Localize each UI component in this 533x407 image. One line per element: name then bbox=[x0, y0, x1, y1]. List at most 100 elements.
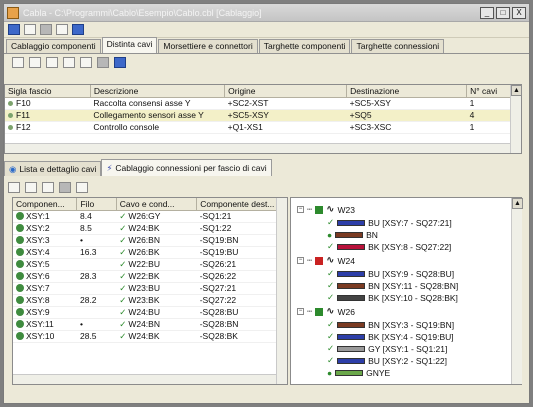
scroll-up-button[interactable]: ▲ bbox=[511, 85, 522, 96]
col-sigla-fascio[interactable]: Sigla fascio bbox=[5, 85, 91, 98]
col-componente[interactable]: Componen... bbox=[13, 198, 78, 211]
check-icon: ✓ bbox=[327, 355, 335, 365]
check-icon: ✓ bbox=[327, 319, 335, 329]
wire-color-swatch bbox=[335, 231, 364, 238]
print-icon[interactable] bbox=[56, 24, 68, 35]
table-icon[interactable] bbox=[40, 24, 52, 35]
chart-icon[interactable] bbox=[76, 181, 88, 193]
tab-distinta-cavi[interactable]: Distinta cavi bbox=[101, 37, 158, 53]
tab-targhette-componenti[interactable]: Targhette componenti bbox=[258, 39, 351, 53]
print-list-icon[interactable] bbox=[97, 57, 109, 68]
tree-vscroll[interactable]: ▲ bbox=[511, 198, 523, 384]
connessioni-table: Componen... Filo Cavo e cond... Componen… bbox=[12, 197, 288, 385]
main-toolbar bbox=[4, 22, 529, 38]
col-destinazione[interactable]: Destinazione bbox=[346, 85, 468, 98]
fasci-vscroll[interactable]: ▲ bbox=[510, 85, 522, 153]
add-connection-icon[interactable] bbox=[8, 181, 20, 193]
tree-wire-node[interactable]: ✓ BK [XSY:4 - SQ19:BU] bbox=[327, 331, 454, 342]
col-filo[interactable]: Filo bbox=[76, 198, 117, 211]
table-row[interactable]: XSY:4 16.3 ✓ W26:BK -SQ19:BU bbox=[13, 246, 287, 259]
table-row[interactable]: F11 Collegamento sensori asse Y +SC5-XSY +S… bbox=[5, 109, 521, 122]
collapse-icon[interactable]: − bbox=[297, 206, 304, 213]
tab-targhette-connessioni[interactable]: Targhette connessioni bbox=[351, 39, 445, 53]
table-row[interactable]: XSY:11 • ✓ W24:BN -SQ28:BN bbox=[13, 318, 287, 331]
tree-wire-node[interactable]: ✓ BN [XSY:3 - SQ19:BN] bbox=[327, 319, 454, 330]
minimize-button[interactable]: _ bbox=[480, 6, 494, 19]
tree-wire-node[interactable]: ✓ BU [XSY:7 - SQ27:21] bbox=[327, 217, 452, 228]
wire-color-swatch bbox=[337, 357, 366, 364]
cell-0: XSY:8 bbox=[13, 294, 77, 307]
table-row[interactable]: XSY:2 8.5 ✓ W24:BK -SQ1:22 bbox=[13, 222, 287, 235]
connessioni-hscroll[interactable] bbox=[13, 374, 276, 384]
check-icon: ✓ bbox=[119, 306, 127, 317]
tree-wire-node[interactable]: ✓ BU [XSY:9 - SQ28:BU] bbox=[327, 268, 454, 279]
cell-descr: Raccolta consensi asse Y bbox=[90, 97, 225, 110]
table-row[interactable]: XSY:1 8.4 ✓ W26:GY -SQ1:21 bbox=[13, 210, 287, 223]
check-icon: ✓ bbox=[119, 258, 127, 269]
edit-icon[interactable] bbox=[46, 57, 58, 68]
tree-wire-node[interactable]: ✓ BU [XSY:2 - SQ1:22] bbox=[327, 355, 447, 366]
check-icon: ✓ bbox=[327, 268, 335, 278]
check-icon: ✓ bbox=[119, 318, 127, 329]
cable-name: W26 bbox=[337, 306, 355, 317]
window-title: Cabla - C:\Programmi\Cablo\Esempio\Cablo… bbox=[23, 7, 262, 18]
tab-lista-dettaglio-cavi[interactable]: ◉ Lista e dettaglio cavi bbox=[4, 161, 102, 176]
tree-connector-line: ┄ bbox=[307, 204, 313, 214]
tree-cable-node[interactable]: − ┄ ∿ W24 bbox=[297, 255, 355, 266]
table-row[interactable]: XSY:3 • ✓ W26:BN -SQ19:BN bbox=[13, 234, 287, 247]
list-icon[interactable] bbox=[24, 24, 36, 35]
wire-color-swatch bbox=[337, 270, 366, 277]
table-row[interactable]: XSY:8 28.2 ✓ W23:BK -SQ27:22 bbox=[13, 294, 287, 307]
tree-wire-node[interactable]: ✓ GY [XSY:1 - SQ1:21] bbox=[327, 343, 447, 354]
col-descrizione[interactable]: Descrizione bbox=[90, 85, 226, 98]
new-icon[interactable] bbox=[8, 24, 20, 35]
close-button[interactable]: X bbox=[512, 6, 526, 19]
tab-cablaggio-connessioni[interactable]: ⚡ Cablaggio connessioni per fascio di cav… bbox=[101, 159, 272, 176]
cell-dest: +SC5-XSY bbox=[346, 97, 467, 110]
col-componente-dest[interactable]: Componente dest... bbox=[196, 198, 287, 211]
delete-icon[interactable] bbox=[80, 57, 92, 68]
export-icon[interactable] bbox=[114, 57, 126, 68]
connector-icon bbox=[16, 284, 24, 292]
table-row[interactable]: XSY:9 ✓ W24:BU -SQ28:BU bbox=[13, 306, 287, 319]
table-row[interactable]: F12 Controllo console +Q1-XS1 +SC3-XSC 1 bbox=[5, 121, 521, 134]
collapse-icon[interactable]: − bbox=[297, 257, 304, 264]
tree-wire-node[interactable]: ✓ BK [XSY:8 - SQ27:22] bbox=[327, 241, 451, 252]
cell-dest: +SC3-XSC bbox=[346, 121, 467, 134]
tree-wire-node[interactable]: ● GNYE bbox=[327, 367, 390, 378]
table-row[interactable]: XSY:7 ✓ W23:BU -SQ27:21 bbox=[13, 282, 287, 295]
col-cavo-conduttore[interactable]: Cavo e cond... bbox=[116, 198, 198, 211]
open-icon[interactable] bbox=[29, 57, 41, 68]
cable-name: W23 bbox=[337, 204, 355, 215]
settings-icon[interactable] bbox=[59, 181, 71, 193]
table-row[interactable]: XSY:6 28.3 ✓ W22:BK -SQ26:22 bbox=[13, 270, 287, 283]
fasci-hscroll[interactable] bbox=[5, 143, 510, 153]
table-row[interactable]: F10 Raccolta consensi asse Y +SC2-XST +SC5-… bbox=[5, 97, 521, 110]
tab-cablaggio-componenti[interactable]: Cablaggio componenti bbox=[6, 39, 101, 53]
collapse-icon[interactable]: − bbox=[297, 308, 304, 315]
title-bar[interactable]: Cabla - C:\Programmi\Cablo\Esempio\Cablo… bbox=[4, 4, 529, 22]
tree-cable-node[interactable]: − ┄ ∿ W23 bbox=[297, 204, 355, 215]
filter-icon[interactable] bbox=[12, 57, 24, 68]
tree-scroll-up[interactable]: ▲ bbox=[512, 198, 523, 209]
connessioni-vscroll[interactable] bbox=[276, 198, 287, 384]
tree-wire-node[interactable]: ● BN bbox=[327, 229, 378, 240]
tree-wire-node[interactable]: ✓ BN [XSY:11 - SQ28:BN] bbox=[327, 280, 458, 291]
tab-morsettiere[interactable]: Morsettiere e connettori bbox=[158, 39, 258, 53]
cell-1 bbox=[76, 258, 117, 271]
tree-wire-node[interactable]: ✓ BK [XSY:10 - SQ28:BK] bbox=[327, 292, 458, 303]
cell-0: XSY:4 bbox=[13, 246, 77, 259]
table-row[interactable]: XSY:10 28.5 ✓ W24:BK -SQ28:BK bbox=[13, 330, 287, 343]
copy-icon[interactable] bbox=[63, 57, 75, 68]
dot-icon: ● bbox=[327, 229, 333, 240]
help-icon[interactable] bbox=[72, 24, 84, 35]
maximize-button[interactable]: □ bbox=[496, 6, 510, 19]
link-icon[interactable] bbox=[42, 181, 54, 193]
detail-tabs: ◉ Lista e dettaglio cavi ⚡ Cablaggio conne… bbox=[4, 159, 272, 176]
col-origine[interactable]: Origine bbox=[224, 85, 348, 98]
check-icon: ✓ bbox=[327, 280, 335, 290]
tree-cable-node[interactable]: − ┄ ∿ W26 bbox=[297, 306, 355, 317]
connector-icon bbox=[16, 248, 24, 256]
edit-connection-icon[interactable] bbox=[25, 181, 37, 193]
table-row[interactable]: XSY:5 ✓ W22:BU -SQ26:21 bbox=[13, 258, 287, 271]
